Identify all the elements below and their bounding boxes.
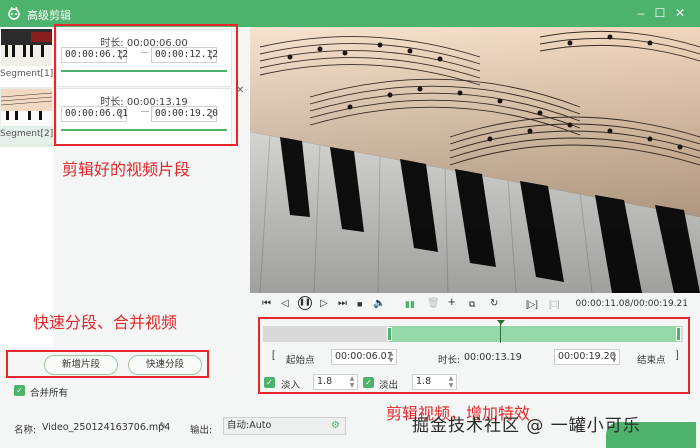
close-icon[interactable]: ✕ — [672, 5, 688, 21]
file-name[interactable]: Video_250124163706.mp4 — [42, 422, 170, 433]
segment-1-label: Segment[1] — [0, 69, 54, 79]
watermark: 掘金技术社区 @ 一罐小可乐 — [412, 416, 641, 436]
annotation-box-edit — [258, 317, 690, 394]
mark-in-icon[interactable]: [▷] — [526, 298, 538, 310]
edit-pencil-icon[interactable]: ✎ — [159, 421, 167, 432]
skip-to-end-icon[interactable]: ⏭ — [338, 298, 347, 310]
app-logo-icon — [8, 6, 20, 20]
playback-timecode: 00:00:11.08/00:00:19.21 — [575, 299, 689, 309]
segment-thumbnail-2[interactable]: Segment[2] — [0, 87, 53, 147]
annotation-box-segments — [54, 24, 238, 146]
annotation-segments: 剪辑好的视频片段 — [62, 160, 191, 179]
maximize-icon[interactable]: ☐ — [652, 5, 668, 21]
window-title: 高级剪辑 — [27, 9, 71, 22]
segment-thumbnail-list: Segment[1] Segment[2] — [0, 27, 53, 347]
step-forward-icon[interactable]: ▷ — [320, 298, 328, 310]
title-bar: 高级剪辑 – ☐ ✕ — [0, 0, 700, 27]
minimize-icon[interactable]: – — [633, 5, 649, 21]
stop-icon[interactable]: ■ — [357, 298, 362, 310]
merge-all-label: 合并所有 — [30, 388, 69, 399]
name-label: 名称: — [14, 425, 37, 436]
segment-2-preview — [1, 89, 52, 126]
video-preview — [250, 27, 700, 293]
delete-icon[interactable]: 🗑 — [427, 298, 440, 310]
video-frame-image — [250, 27, 700, 293]
copy-icon[interactable]: ⧉ — [469, 298, 475, 310]
new-segment-button[interactable]: 新增片段 — [44, 355, 118, 375]
segment-1-preview — [1, 29, 52, 66]
reset-icon[interactable]: ↻ — [490, 298, 498, 310]
skip-to-start-icon[interactable]: ⏮ — [262, 298, 271, 310]
quick-split-button[interactable]: 快速分段 — [128, 355, 202, 375]
pause-icon[interactable]: ❚❚ — [298, 296, 312, 310]
output-label: 输出: — [190, 425, 213, 436]
add-icon[interactable]: + — [448, 295, 456, 308]
mark-out-icon[interactable]: [□] — [549, 298, 559, 310]
step-back-icon[interactable]: ◁ — [281, 298, 289, 310]
output-settings-icon[interactable]: ⚙ — [331, 418, 340, 434]
merge-all-checkbox[interactable]: ✓ — [14, 385, 25, 396]
split-icon[interactable]: ▮▮ — [405, 298, 415, 310]
segment-thumbnail-1[interactable]: Segment[1] — [0, 27, 53, 87]
segment-2-label: Segment[2] — [0, 129, 54, 139]
player-controls: ⏮ ◁ ❚❚ ▷ ⏭ ■ 🔈 ▮▮ 🗑 + ⧉ ↻ [▷] [□] 00:00:… — [250, 293, 700, 315]
output-path-field[interactable]: 自动:Auto ⚙ — [223, 417, 346, 435]
annotation-split: 快速分段、合并视频 — [33, 313, 178, 332]
volume-icon[interactable]: 🔈 — [373, 298, 385, 310]
